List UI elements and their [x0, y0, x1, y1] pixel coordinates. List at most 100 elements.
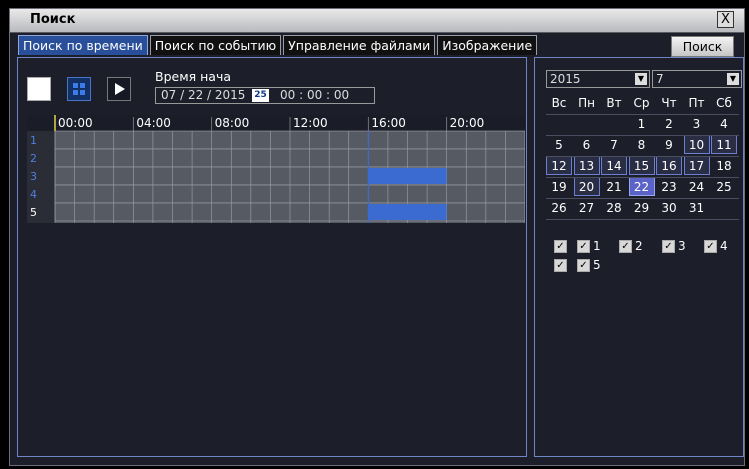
tab-event-search[interactable]: Поиск по событию: [149, 35, 282, 55]
calendar-day[interactable]: 26: [546, 198, 572, 217]
calendar-day[interactable]: 9: [656, 135, 682, 154]
calendar-day[interactable]: 6: [574, 135, 600, 154]
weekday-header: Пн: [578, 96, 595, 110]
start-time-value[interactable]: 00 : 00 : 00: [280, 88, 349, 103]
calendar-day[interactable]: 20: [573, 177, 600, 196]
channel-checkbox[interactable]: ✓: [577, 259, 590, 272]
timeline-grid[interactable]: 1 2 3 4 5 00:00 04:00 08:00 12:00 16:00 20:00: [27, 115, 525, 223]
tab-bar: Поиск по времени Поиск по событию Управл…: [18, 35, 539, 55]
weekday-header: Ср: [633, 96, 650, 110]
recording-bar: [368, 168, 447, 184]
hour-label: 12:00: [293, 116, 328, 130]
month-select[interactable]: 7 ▼: [652, 70, 742, 88]
calendar-day[interactable]: 21: [601, 177, 627, 196]
start-time-label: Время нача: [155, 69, 232, 84]
calendar-day[interactable]: 2: [656, 114, 682, 133]
calendar-day[interactable]: 1: [629, 114, 655, 133]
calendar-divider: [546, 114, 739, 115]
calendar-day[interactable]: 3: [684, 114, 710, 133]
hour-label: 16:00: [371, 116, 406, 130]
calendar-day[interactable]: 18: [711, 156, 737, 175]
close-button[interactable]: X: [717, 11, 734, 28]
start-datetime-field[interactable]: 07 / 22 / 2015 25 00 : 00 : 00: [155, 87, 375, 104]
calendar-day[interactable]: 14: [601, 156, 627, 175]
calendar-day[interactable]: 10: [683, 135, 710, 154]
channel-label: 4: [30, 188, 37, 201]
channel-check-label: 4: [720, 239, 728, 253]
play-button[interactable]: [107, 77, 131, 101]
calendar-day[interactable]: 8: [629, 135, 655, 154]
calendar-day[interactable]: 16: [656, 156, 682, 175]
hour-label: 04:00: [136, 116, 171, 130]
calendar-day[interactable]: 17: [683, 156, 710, 175]
calendar-divider: [546, 177, 739, 178]
year-select[interactable]: 2015 ▼: [546, 70, 650, 88]
weekday-header: Вт: [606, 96, 622, 110]
calendar-day[interactable]: 7: [601, 135, 627, 154]
calendar-day[interactable]: 13: [573, 156, 600, 175]
tab-file-management[interactable]: Управление файлами: [283, 35, 436, 55]
calendar-day[interactable]: 25: [711, 177, 737, 196]
recording-bar: [368, 204, 447, 220]
calendar-day[interactable]: 28: [601, 198, 627, 217]
title-bar: Поиск X: [10, 9, 744, 33]
split-view-button[interactable]: [67, 77, 91, 101]
month-value: 7: [656, 72, 664, 86]
calendar-divider: [546, 135, 739, 136]
channel-check-label: 2: [635, 239, 643, 253]
tab-image[interactable]: Изображение: [437, 35, 538, 55]
channel-label: 5: [30, 206, 37, 219]
tab-time-search[interactable]: Поиск по времени: [18, 35, 148, 55]
chevron-down-icon: ▼: [635, 73, 647, 85]
channel-label: 3: [30, 170, 37, 183]
calendar-day[interactable]: 5: [546, 135, 572, 154]
channel-check-label: 3: [678, 239, 686, 253]
calendar-day[interactable]: 31: [684, 198, 710, 217]
year-value: 2015: [550, 72, 581, 86]
start-date-value[interactable]: 07 / 22 / 2015: [161, 88, 245, 103]
calendar-icon[interactable]: 25: [252, 89, 269, 102]
channel-label: 1: [30, 134, 37, 147]
calendar-day[interactable]: 29: [629, 198, 655, 217]
calendar-day[interactable]: 30: [656, 198, 682, 217]
calendar-empty: [546, 114, 572, 133]
select-all-checkbox-2[interactable]: ✓: [554, 259, 567, 272]
calendar-day[interactable]: 24: [684, 177, 710, 196]
calendar-day[interactable]: 12: [546, 156, 572, 175]
play-icon: [115, 83, 125, 95]
weekday-header: Чт: [661, 96, 677, 110]
chevron-down-icon: ▼: [727, 73, 739, 85]
search-button[interactable]: Поиск: [671, 36, 734, 57]
window-title: Поиск: [30, 12, 76, 27]
calendar-empty: [574, 114, 600, 133]
channel-check-label: 5: [593, 258, 601, 272]
calendar-divider: [546, 156, 739, 157]
calendar-empty: [711, 198, 737, 217]
calendar-day[interactable]: 19: [546, 177, 572, 196]
timeline-svg[interactable]: 1 2 3 4 5 00:00 04:00 08:00 12:00 16:00 20:00: [27, 115, 525, 223]
channel-checkbox[interactable]: ✓: [619, 240, 632, 253]
stop-button[interactable]: [27, 77, 51, 101]
channel-label: 2: [30, 152, 37, 165]
weekday-header: Вс: [551, 96, 567, 110]
weekday-header: Сб: [716, 96, 732, 110]
hour-label: 20:00: [450, 116, 485, 130]
channel-checkbox[interactable]: ✓: [704, 240, 717, 253]
channel-checkbox[interactable]: ✓: [662, 240, 675, 253]
hour-label: 08:00: [215, 116, 250, 130]
calendar-divider: [546, 219, 739, 220]
calendar-day[interactable]: 27: [574, 198, 600, 217]
calendar-day[interactable]: 23: [656, 177, 682, 196]
grid-icon: [73, 83, 85, 95]
calendar-day[interactable]: 11: [711, 135, 737, 154]
calendar-day[interactable]: 15: [628, 156, 655, 175]
calendar-day[interactable]: 4: [711, 114, 737, 133]
calendar-day[interactable]: 22: [628, 177, 655, 196]
calendar-empty: [601, 114, 627, 133]
hour-label: 00:00: [58, 116, 93, 130]
channel-check-label: 1: [593, 239, 601, 253]
weekday-header: Пт: [688, 96, 705, 110]
calendar-divider: [546, 198, 739, 199]
channel-checkbox[interactable]: ✓: [577, 240, 590, 253]
select-all-checkbox[interactable]: ✓: [554, 240, 567, 253]
